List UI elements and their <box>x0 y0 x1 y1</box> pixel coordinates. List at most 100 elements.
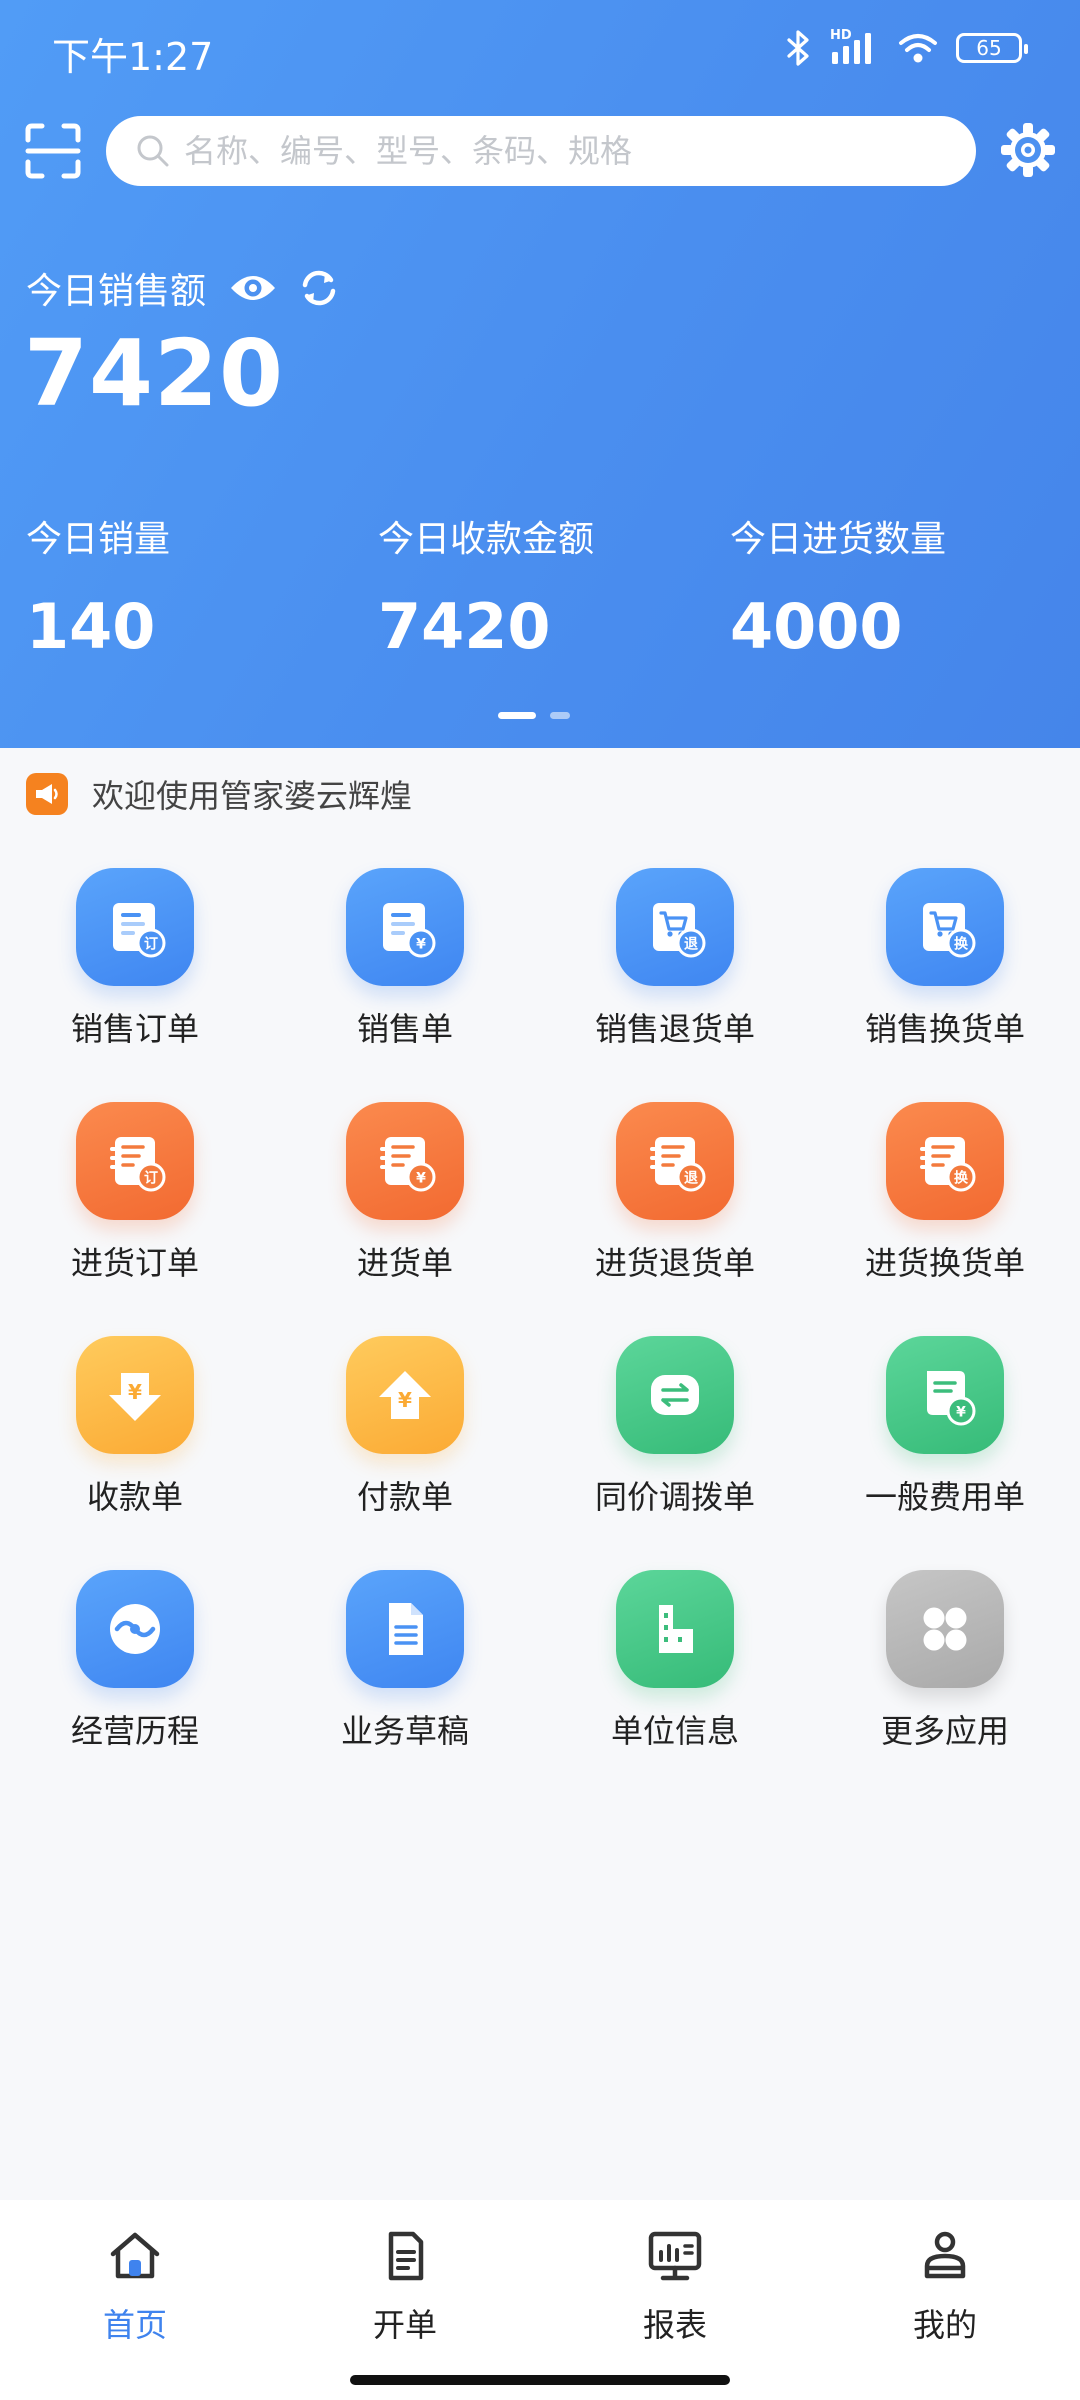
sales-return-icon: 退 <box>616 868 734 986</box>
wifi-icon <box>899 34 937 63</box>
app-receipt-button[interactable]: ¥ 收款单 <box>0 1336 270 1570</box>
notice-text: 欢迎使用管家婆云辉煌 <box>92 777 413 815</box>
sales-exchange-icon: 换 <box>886 868 1004 986</box>
app-more-apps-button[interactable]: 更多应用 <box>810 1570 1080 1804</box>
app-label: 单位信息 <box>610 1712 739 1750</box>
app-label: 销售换货单 <box>864 1010 1025 1048</box>
app-transfer-button[interactable]: 同价调拨单 <box>540 1336 810 1570</box>
tab-document[interactable]: 开单 <box>270 2200 540 2400</box>
app-label: 更多应用 <box>880 1712 1009 1750</box>
app-label: 同价调拨单 <box>594 1478 755 1516</box>
today-sales-row: 今日销售额 <box>26 262 340 314</box>
receipt-icon: ¥ <box>76 1336 194 1454</box>
tab-profile[interactable]: 我的 <box>810 2200 1080 2400</box>
pager-dots[interactable] <box>498 712 570 719</box>
app-label: 销售退货单 <box>594 1010 755 1048</box>
stat-today-purchase-qty: 今日进货数量 4000 <box>730 510 946 663</box>
today-sales-label: 今日销售额 <box>26 271 207 312</box>
today-sales-value: 7420 <box>24 320 285 427</box>
tab-label: 首页 <box>102 2306 167 2344</box>
tab-label: 报表 <box>642 2306 707 2344</box>
tab-report[interactable]: 报表 <box>540 2200 810 2400</box>
app-label: 进货单 <box>356 1244 453 1282</box>
unit-info-icon <box>616 1570 734 1688</box>
app-grid-row: ¥ 收款单 ¥ 付款单 同价调拨单 ¥ 一般费用单 <box>0 1336 1080 1570</box>
status-bar: 下午1:27 HD 65 <box>0 0 1080 100</box>
document-icon <box>375 2226 435 2290</box>
app-purchase-exchange-button[interactable]: 换进货换货单 <box>810 1102 1080 1336</box>
app-label: 经营历程 <box>70 1712 199 1750</box>
scan-icon[interactable] <box>24 122 82 180</box>
app-sales-order-button[interactable]: 订销售订单 <box>0 868 270 1102</box>
stat-label: 今日销量 <box>26 519 171 560</box>
app-sales-exchange-button[interactable]: 换销售换货单 <box>810 868 1080 1102</box>
transfer-icon <box>616 1336 734 1454</box>
purchase-exchange-icon: 换 <box>886 1102 1004 1220</box>
pager-dot[interactable] <box>550 712 570 719</box>
eye-icon[interactable] <box>228 268 278 308</box>
expense-icon: ¥ <box>886 1336 1004 1454</box>
app-purchase-return-button[interactable]: 退进货退货单 <box>540 1102 810 1336</box>
svg-text:换: 换 <box>954 1170 969 1187</box>
app-purchase-bill-button[interactable]: ¥ 进货单 <box>270 1102 540 1336</box>
profile-icon <box>915 2226 975 2290</box>
more-apps-icon <box>886 1570 1004 1688</box>
app-label: 销售订单 <box>70 1010 199 1048</box>
stat-today-volume: 今日销量 140 <box>26 510 170 663</box>
refresh-icon[interactable] <box>298 267 340 309</box>
app-sales-bill-button[interactable]: ¥ 销售单 <box>270 868 540 1102</box>
purchase-order-icon: 订 <box>76 1102 194 1220</box>
status-time: 下午1:27 <box>52 35 214 79</box>
stat-value: 7420 <box>378 590 551 663</box>
summary-header: 下午1:27 HD 65 名称、编号、型号、条码、规格 今日销售额 7420 今… <box>0 0 1080 748</box>
stat-value: 4000 <box>730 590 903 663</box>
purchase-bill-icon: ¥ <box>346 1102 464 1220</box>
pager-dot-active[interactable] <box>498 712 536 719</box>
tab-home[interactable]: 首页 <box>0 2200 270 2400</box>
search-input[interactable] <box>184 132 944 170</box>
tab-label: 我的 <box>912 2306 977 2344</box>
sales-order-icon: 订 <box>76 868 194 986</box>
app-expense-button[interactable]: ¥ 一般费用单 <box>810 1336 1080 1570</box>
stat-today-receipts: 今日收款金额 7420 <box>378 510 594 663</box>
notice-bar[interactable]: 欢迎使用管家婆云辉煌 <box>0 748 1080 840</box>
bluetooth-icon <box>787 30 809 66</box>
signal-icon: HD <box>830 28 880 66</box>
app-label: 付款单 <box>356 1478 453 1516</box>
stat-value: 140 <box>26 590 156 663</box>
app-label: 业务草稿 <box>340 1712 469 1750</box>
app-payment-button[interactable]: ¥ 付款单 <box>270 1336 540 1570</box>
app-grid-row: 经营历程 业务草稿 单位信息 更多应用 <box>0 1570 1080 1804</box>
svg-text:订: 订 <box>144 936 158 953</box>
draft-icon <box>346 1570 464 1688</box>
app-label: 收款单 <box>86 1478 183 1516</box>
app-label: 进货换货单 <box>864 1244 1025 1282</box>
history-icon <box>76 1570 194 1688</box>
svg-text:¥: ¥ <box>416 1171 426 1187</box>
settings-gear-icon[interactable] <box>998 120 1058 180</box>
svg-text:换: 换 <box>954 936 969 953</box>
app-label: 进货退货单 <box>594 1244 755 1282</box>
search-bar[interactable] <box>106 116 976 186</box>
app-history-button[interactable]: 经营历程 <box>0 1570 270 1804</box>
svg-text:订: 订 <box>144 1170 158 1187</box>
report-icon <box>645 2226 705 2290</box>
app-grid: 订销售订单 ¥ 销售单退销售退货单换销售换货单订进货订单 ¥ 进货单退进货退货单换进货换… <box>0 868 1080 1804</box>
svg-text:¥: ¥ <box>416 937 426 953</box>
tab-label: 开单 <box>372 2306 437 2344</box>
search-icon <box>137 135 169 167</box>
app-purchase-order-button[interactable]: 订进货订单 <box>0 1102 270 1336</box>
svg-text:退: 退 <box>684 1171 698 1187</box>
svg-text:退: 退 <box>684 937 698 953</box>
app-label: 进货订单 <box>70 1244 199 1282</box>
svg-text:¥: ¥ <box>956 1405 966 1421</box>
home-icon <box>105 2226 165 2290</box>
app-sales-return-button[interactable]: 退销售退货单 <box>540 868 810 1102</box>
app-unit-info-button[interactable]: 单位信息 <box>540 1570 810 1804</box>
app-label: 一般费用单 <box>864 1478 1025 1516</box>
app-draft-button[interactable]: 业务草稿 <box>270 1570 540 1804</box>
bottom-tab-bar: 首页 开单 报表 我的 <box>0 2200 1080 2400</box>
app-grid-row: 订销售订单 ¥ 销售单退销售退货单换销售换货单 <box>0 868 1080 1102</box>
home-indicator[interactable] <box>350 2375 730 2385</box>
sales-bill-icon: ¥ <box>346 868 464 986</box>
